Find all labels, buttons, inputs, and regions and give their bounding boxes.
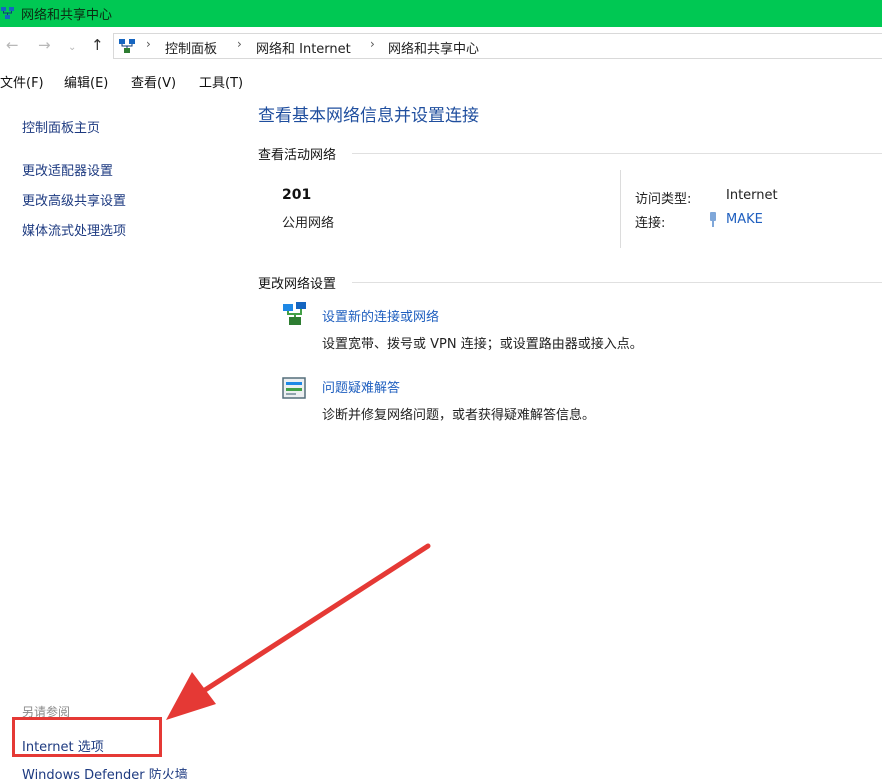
- window-title: 网络和共享中心: [21, 8, 113, 23]
- troubleshoot-link[interactable]: 问题疑难解答: [322, 377, 400, 396]
- chevron-right-icon[interactable]: ›: [370, 37, 375, 51]
- breadcrumb-network-sharing-center[interactable]: 网络和共享中心: [388, 38, 479, 57]
- up-arrow-icon[interactable]: ↑: [91, 36, 104, 54]
- network-type: 公用网络: [282, 216, 335, 231]
- vertical-divider: [620, 170, 621, 248]
- setup-connection-link[interactable]: 设置新的连接或网络: [322, 306, 439, 325]
- access-type-label: 访问类型:: [635, 192, 692, 207]
- network-location-icon: [119, 39, 135, 53]
- network-name: 201: [282, 187, 312, 203]
- breadcrumb-control-panel[interactable]: 控制面板: [165, 38, 217, 57]
- back-arrow-icon[interactable]: ←: [6, 36, 19, 54]
- address-bar: ← → ⌄ ↑ › 控制面板 › 网络和 Internet › 网络和共享中心: [0, 30, 882, 62]
- section-divider: [352, 282, 882, 283]
- network-setup-icon: [283, 302, 306, 325]
- forward-arrow-icon[interactable]: →: [38, 36, 51, 54]
- window-titlebar: 网络和共享中心: [0, 0, 882, 27]
- sidebar-media-streaming[interactable]: 媒体流式处理选项: [22, 220, 126, 239]
- menu-file[interactable]: 文件(F): [0, 72, 44, 91]
- setup-connection-desc: 设置宽带、拨号或 VPN 连接；或设置路由器或接入点。: [322, 337, 643, 352]
- section-divider: [352, 153, 882, 154]
- troubleshoot-icon: [282, 377, 306, 399]
- menu-tools[interactable]: 工具(T): [199, 72, 243, 91]
- sidebar-control-panel-home[interactable]: 控制面板主页: [22, 117, 100, 136]
- wifi-signal-icon: [710, 212, 716, 227]
- connection-link[interactable]: MAKE: [726, 212, 763, 227]
- active-networks-heading: 查看活动网络: [258, 148, 337, 163]
- network-center-icon: [1, 7, 14, 19]
- recent-dropdown-icon[interactable]: ⌄: [68, 39, 76, 57]
- chevron-right-icon[interactable]: ›: [146, 37, 151, 51]
- highlight-box: [12, 717, 162, 757]
- address-box[interactable]: [113, 33, 882, 59]
- connection-label: 连接:: [635, 216, 666, 231]
- change-settings-heading: 更改网络设置: [258, 277, 337, 292]
- see-also-windows-defender-firewall[interactable]: Windows Defender 防火墙: [22, 764, 188, 779]
- troubleshoot-desc: 诊断并修复网络问题，或者获得疑难解答信息。: [322, 408, 596, 423]
- sidebar-change-adapter-settings[interactable]: 更改适配器设置: [22, 160, 113, 179]
- menu-view[interactable]: 查看(V): [131, 72, 176, 91]
- breadcrumb-network-internet[interactable]: 网络和 Internet: [256, 38, 351, 57]
- menu-edit[interactable]: 编辑(E): [64, 72, 108, 91]
- access-type-value: Internet: [726, 188, 778, 203]
- sidebar-change-advanced-sharing[interactable]: 更改高级共享设置: [22, 190, 126, 209]
- page-title: 查看基本网络信息并设置连接: [258, 106, 479, 126]
- chevron-right-icon[interactable]: ›: [237, 37, 242, 51]
